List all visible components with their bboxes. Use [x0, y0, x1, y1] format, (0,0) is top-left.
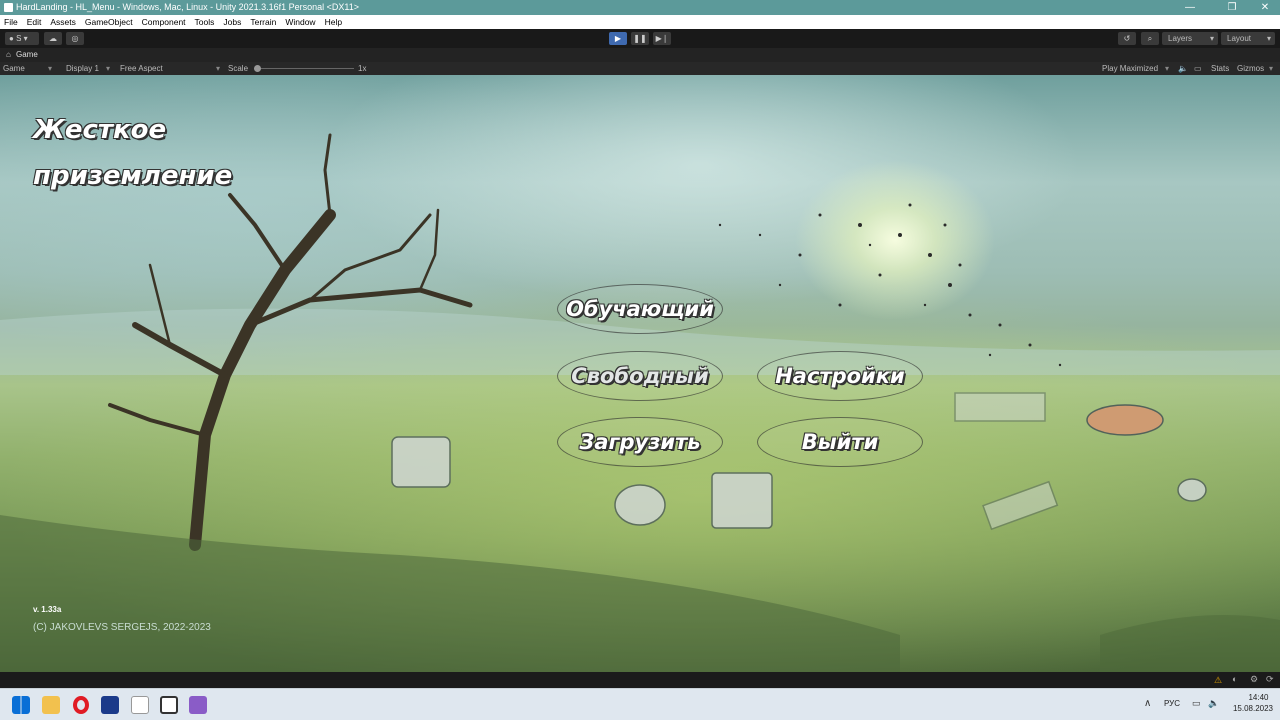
menu-help[interactable]: Help [325, 15, 342, 29]
stats-toggle[interactable]: Stats [1211, 62, 1229, 75]
game-tab-bar: ⌂ Game [0, 48, 1280, 62]
menu-assets[interactable]: Assets [50, 15, 76, 29]
load-button[interactable]: Загрузить [557, 417, 723, 467]
unity-app-icon [4, 3, 13, 12]
free-mode-button-label: Свободный [571, 364, 709, 388]
layers-dropdown[interactable]: Layers [1162, 32, 1218, 45]
game-tab[interactable]: Game [16, 48, 38, 62]
opera-browser-icon[interactable] [73, 696, 89, 714]
network-icon[interactable]: ▭ [1192, 698, 1201, 709]
play-mode-dropdown-arrow: ▾ [1165, 64, 1170, 73]
debug-icon[interactable]: ⚙ [1250, 674, 1258, 685]
settings-button-label: Настройки [775, 364, 905, 388]
view-dropdown-arrow: ▾ [48, 64, 53, 73]
game-title-line1: Жесткое [33, 115, 167, 145]
view-dropdown[interactable]: Game [3, 62, 25, 75]
copyright-label: (C) JAKOVLEVS SERGEJS, 2022-2023 [33, 622, 211, 633]
menu-gameobject[interactable]: GameObject [85, 15, 133, 29]
game-viewport[interactable]: Жесткое приземление Обучающий Свободный … [0, 75, 1280, 672]
show-hidden-icons-chevron[interactable]: ∧ [1144, 698, 1151, 709]
volume-icon[interactable]: 🔈 [1208, 698, 1219, 709]
pause-button[interactable]: ❚❚ [631, 32, 649, 45]
gizmos-dropdown-arrow: ▾ [1269, 64, 1274, 73]
menu-component[interactable]: Component [142, 15, 186, 29]
menu-edit[interactable]: Edit [27, 15, 42, 29]
scale-label: Scale [228, 64, 249, 73]
windows-start-icon[interactable] [12, 696, 30, 714]
step-button[interactable]: ▶❘ [653, 32, 671, 45]
menu-file[interactable]: File [4, 15, 18, 29]
scale-value: 1x [358, 64, 367, 73]
display-dropdown-arrow: ▾ [106, 64, 111, 73]
main-toolbar: ● S ▾ ☁ ◎ ▶ ❚❚ ▶❘ ↺ ⌕ Layers Layout [0, 29, 1280, 48]
game-view-bar: Game ▾ Display 1 ▾ Free Aspect ▾ Scale 1… [0, 62, 1280, 75]
scale-slider-handle[interactable] [254, 65, 261, 72]
layout-dropdown[interactable]: Layout [1221, 32, 1275, 45]
scale-slider-track[interactable] [254, 68, 354, 69]
account-icon: ● [9, 34, 14, 43]
account-dropdown[interactable]: ● S ▾ [5, 32, 39, 45]
play-icon: ▶ [614, 34, 622, 43]
collab-icon[interactable]: ◎ [66, 32, 84, 45]
clock-time[interactable]: 14:40 [1241, 693, 1276, 702]
free-mode-button[interactable]: Свободный [557, 351, 723, 401]
load-button-label: Загрузить [579, 430, 701, 454]
menu-tools[interactable]: Tools [195, 15, 215, 29]
step-icon: ▶❘ [655, 34, 669, 43]
file-explorer-icon[interactable] [42, 696, 60, 714]
game-tab-icon: ⌂ [6, 50, 11, 59]
menu-terrain[interactable]: Terrain [250, 15, 276, 29]
aspect-dropdown[interactable]: Free Aspect [120, 62, 163, 75]
window-title: HardLanding - HL_Menu - Windows, Mac, Li… [16, 2, 360, 12]
progress-icon[interactable]: ◐ [1232, 674, 1237, 684]
exit-button-label: Выйти [801, 430, 879, 454]
pause-icon: ❚❚ [633, 34, 647, 43]
close-button[interactable]: ✕ [1247, 0, 1280, 15]
mute-audio-icon[interactable]: 🔈 [1178, 62, 1188, 75]
minimize-button[interactable]: — [1172, 0, 1208, 15]
play-maximized-dropdown[interactable]: Play Maximized [1102, 62, 1158, 75]
language-indicator[interactable]: РУС [1164, 699, 1180, 708]
cloud-icon[interactable]: ☁ [44, 32, 62, 45]
game-title-line2: приземление [33, 161, 233, 191]
exit-button[interactable]: Выйти [757, 417, 923, 467]
visual-studio-icon[interactable] [189, 696, 207, 714]
unity-editor-icon[interactable] [160, 696, 178, 714]
display-dropdown[interactable]: Display 1 [66, 62, 99, 75]
menu-jobs[interactable]: Jobs [223, 15, 241, 29]
maximize-button[interactable]: ❐ [1214, 0, 1250, 15]
clock-date[interactable]: 15.08.2023 [1230, 704, 1276, 713]
aspect-dropdown-arrow: ▾ [216, 64, 221, 73]
version-label: v. 1.33a [33, 605, 62, 614]
tutorial-button-label: Обучающий [566, 297, 714, 321]
search-icon[interactable]: ⌕ [1141, 32, 1159, 45]
editor-status-bar: ⚠ ◐ ⚙ ⟳ [0, 672, 1280, 688]
foreground-grass [0, 515, 900, 672]
tutorial-button[interactable]: Обучающий [557, 284, 723, 334]
warning-icon[interactable]: ⚠ [1214, 675, 1222, 686]
auto-refresh-icon[interactable]: ⟳ [1266, 674, 1274, 685]
far-manager-icon[interactable] [101, 696, 119, 714]
settings-button[interactable]: Настройки [757, 351, 923, 401]
gizmos-toggle[interactable]: Gizmos [1237, 62, 1264, 75]
history-icon[interactable]: ↺ [1118, 32, 1136, 45]
account-label: S [16, 34, 22, 43]
foreground-bush [1100, 615, 1280, 672]
menu-window[interactable]: Window [285, 15, 315, 29]
play-button[interactable]: ▶ [609, 32, 627, 45]
windows-taskbar: ∧ РУС ▭ 🔈 14:40 15.08.2023 [0, 688, 1280, 720]
window-titlebar: HardLanding - HL_Menu - Windows, Mac, Li… [0, 0, 1280, 15]
unity-hub-icon[interactable] [131, 696, 149, 714]
vsync-icon[interactable]: ▭ [1194, 62, 1202, 75]
menu-bar: File Edit Assets GameObject Component To… [0, 15, 1280, 29]
